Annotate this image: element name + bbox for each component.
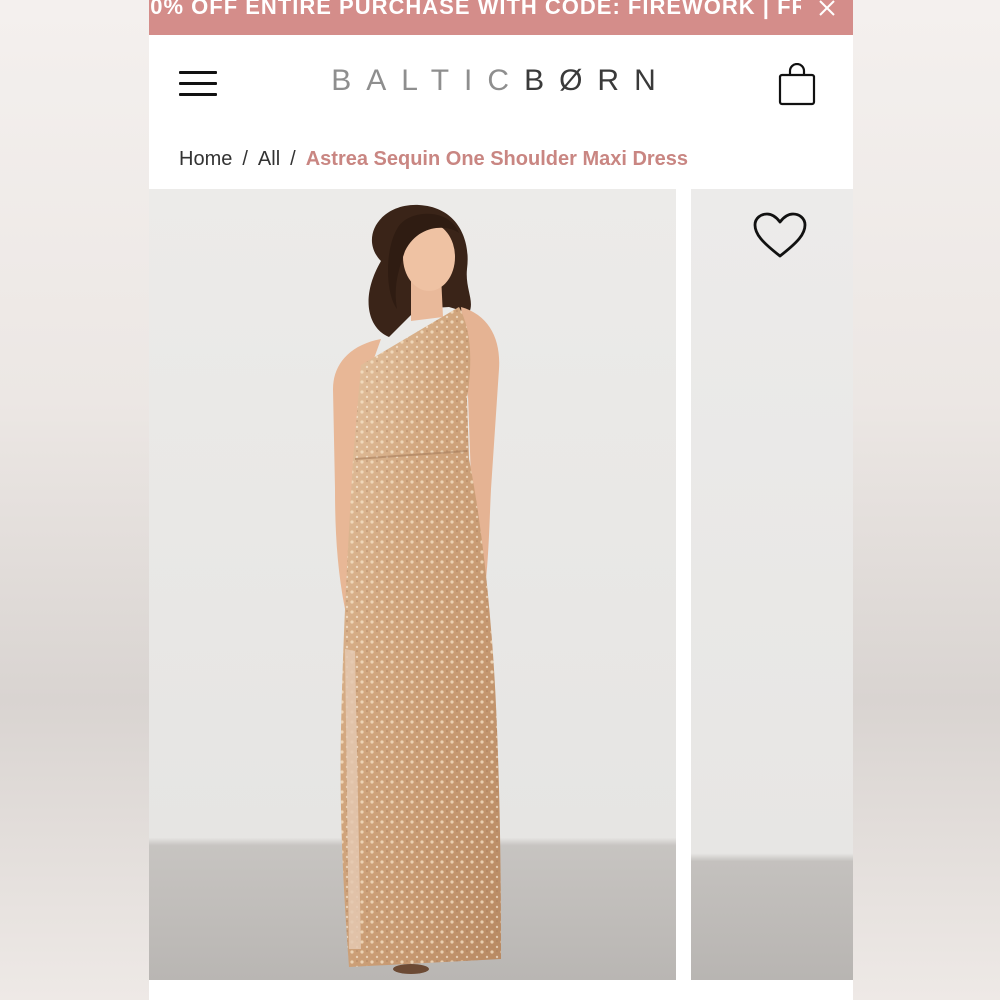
model-photo [333,204,501,974]
promo-banner[interactable]: 20% OFF ENTIRE PURCHASE WITH CODE: FIREW… [149,0,853,35]
site-header: BALTICBØRN [149,35,853,135]
hamburger-menu-icon[interactable] [179,69,219,99]
promo-text: 20% OFF ENTIRE PURCHASE WITH CODE: FIREW… [149,0,853,19]
logo-part-dark: BØRN [524,64,671,97]
shopping-bag-icon[interactable] [777,62,817,112]
heart-outline-icon[interactable] [752,211,808,266]
brand-logo[interactable]: BALTICBØRN [309,64,693,98]
breadcrumb-separator: / [242,148,248,170]
breadcrumb-all[interactable]: All [258,148,280,170]
logo-part-light: BALTIC [331,64,525,97]
product-image-secondary[interactable] [691,189,853,980]
breadcrumb-separator: / [290,148,296,170]
close-icon[interactable] [801,0,853,35]
breadcrumb: Home / All / Astrea Sequin One Shoulder Maxi… [179,148,688,171]
breadcrumb-home[interactable]: Home [179,148,232,170]
product-image-main[interactable] [149,189,676,980]
breadcrumb-current: Astrea Sequin One Shoulder Maxi Dress [305,148,689,170]
phone-screen: 20% OFF ENTIRE PURCHASE WITH CODE: FIREW… [149,0,853,1000]
